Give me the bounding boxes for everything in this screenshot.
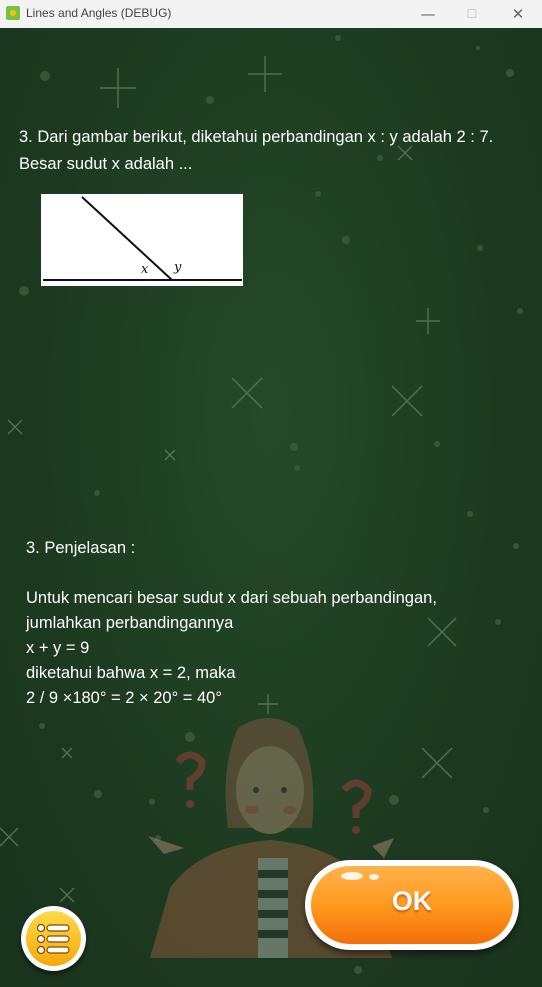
question-text: 3. Dari gambar berikut, diketahui perban… <box>19 124 534 178</box>
explanation-line: x + y = 9 <box>26 639 90 657</box>
ok-button[interactable]: OK <box>305 860 519 950</box>
explanation-line: 2 / 9 ×180° = 2 × 20° = 40° <box>26 689 222 707</box>
list-icon <box>36 923 70 955</box>
oblique-line <box>81 196 173 281</box>
minimize-button[interactable]: — <box>405 0 451 28</box>
question-line-1: 3. Dari gambar berikut, diketahui perban… <box>19 128 494 146</box>
angle-figure: x y <box>41 194 243 286</box>
angle-label-x: x <box>141 262 149 277</box>
explanation-panel: 3. Penjelasan : Untuk mencari besar sudu… <box>26 536 526 711</box>
explanation-line: diketahui bahwa x = 2, maka <box>26 664 236 682</box>
ok-button-label: OK <box>391 886 433 916</box>
app-icon <box>6 6 20 20</box>
close-button[interactable]: ✕ <box>495 0 541 28</box>
question-line-2: Besar sudut x adalah ... <box>19 155 193 173</box>
menu-button[interactable] <box>21 906 86 971</box>
window-titlebar: Lines and Angles (DEBUG) — ☐ ✕ <box>0 0 542 29</box>
window-title: Lines and Angles (DEBUG) <box>26 6 172 20</box>
angle-label-y: y <box>173 260 182 275</box>
explanation-line: jumlahkan perbandingannya <box>26 614 234 632</box>
explanation-line: Untuk mencari besar sudut x dari sebuah … <box>26 589 437 607</box>
maximize-button[interactable]: ☐ <box>449 0 495 28</box>
game-screen: 3. Dari gambar berikut, diketahui perban… <box>0 28 542 987</box>
explanation-heading: 3. Penjelasan : <box>26 539 136 557</box>
